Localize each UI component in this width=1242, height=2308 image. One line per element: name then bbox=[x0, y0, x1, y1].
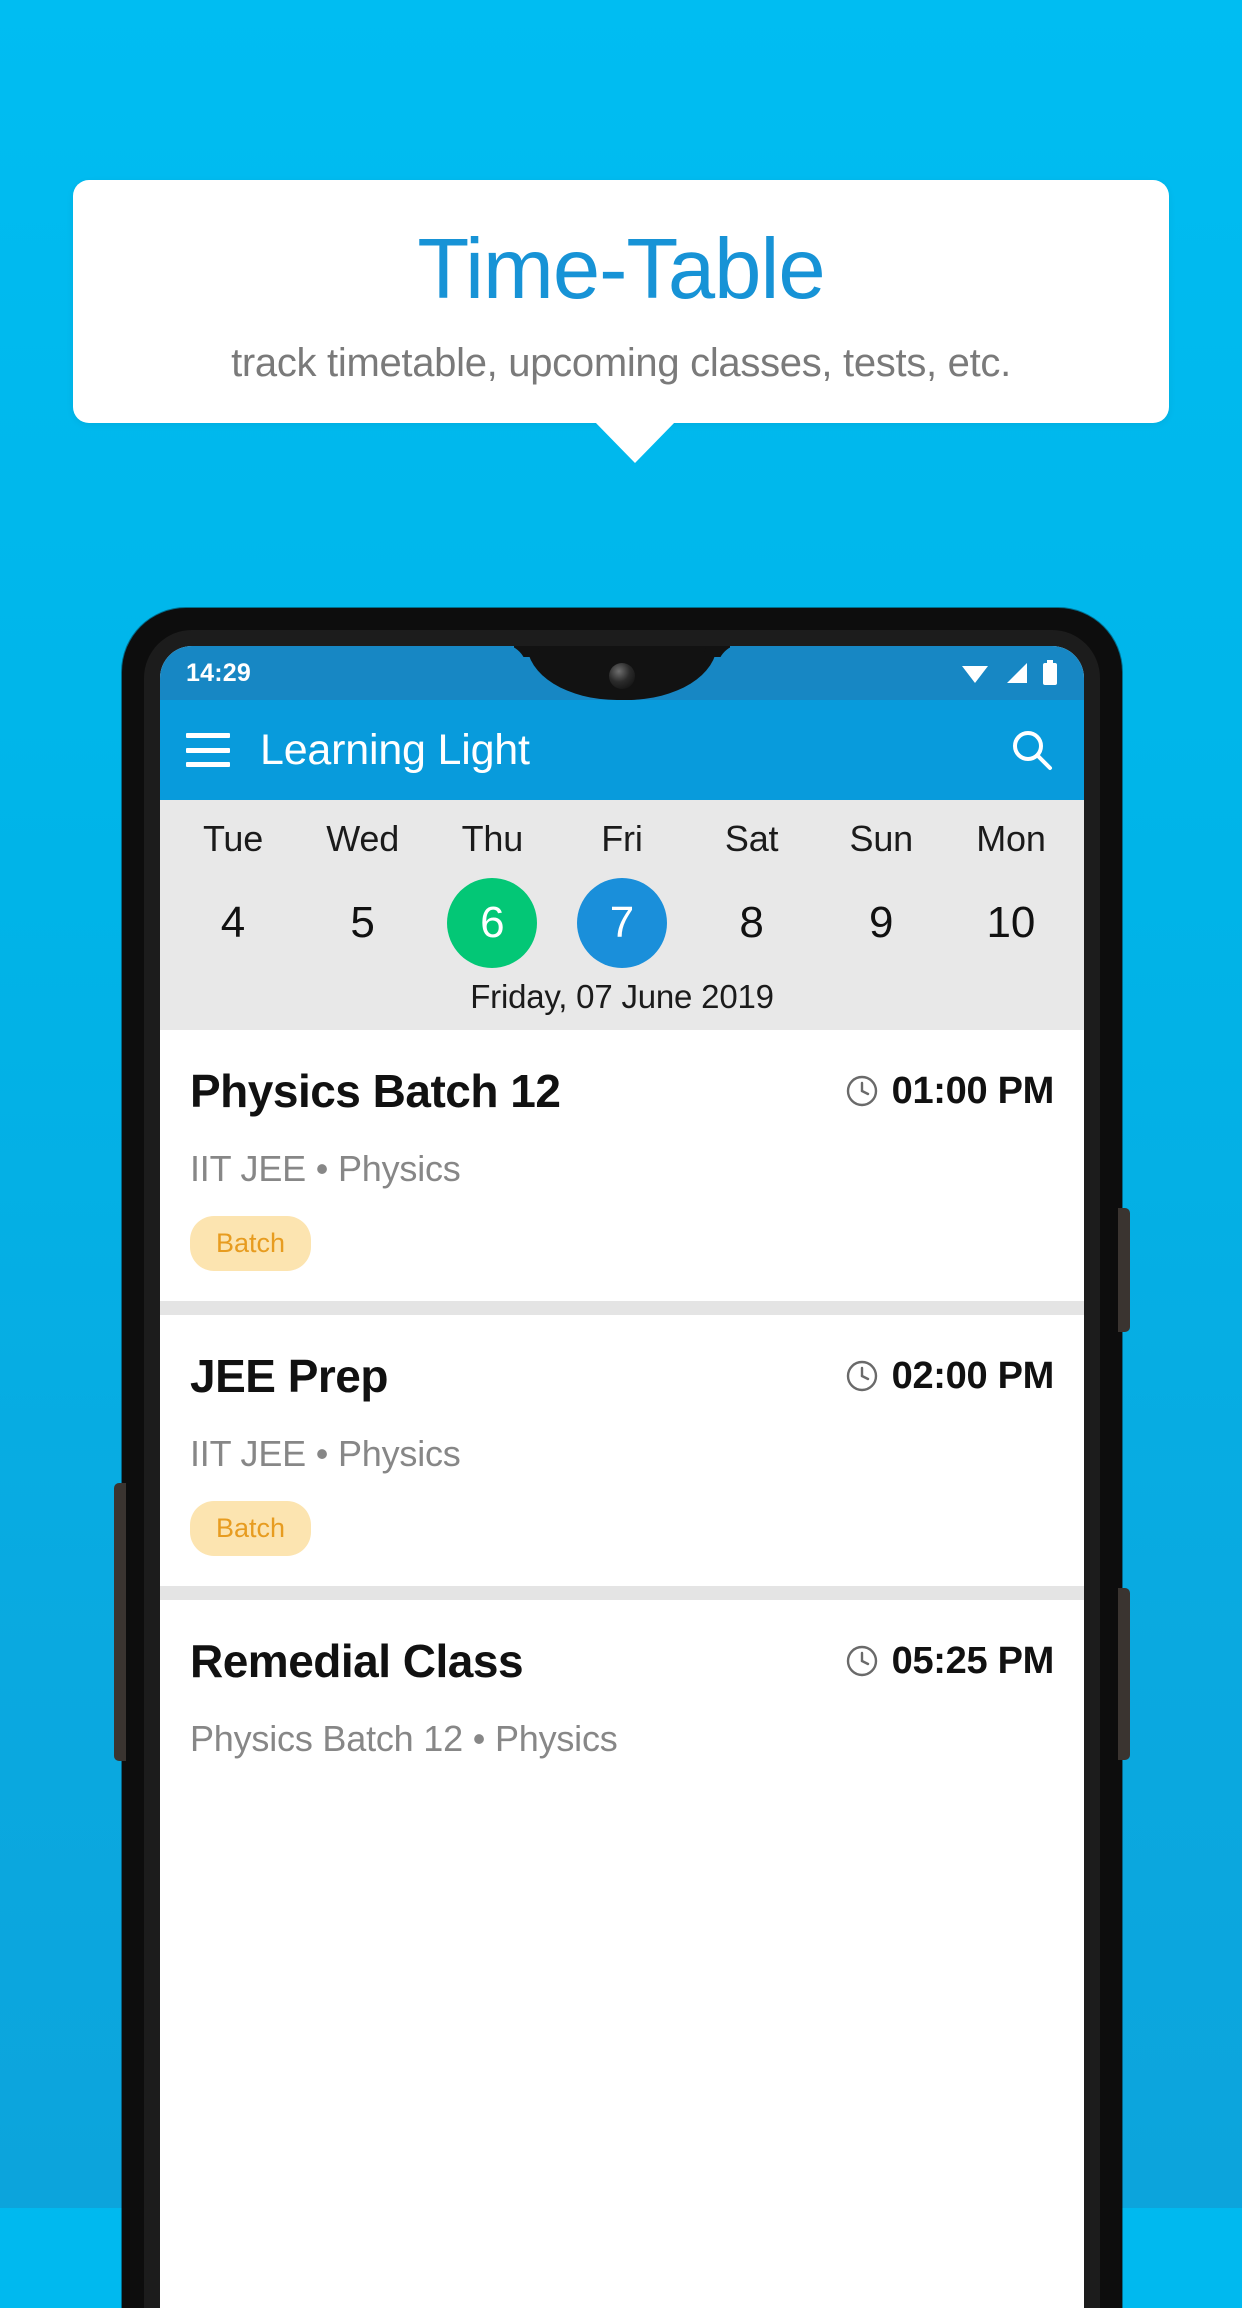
class-title: Remedial Class bbox=[190, 1635, 524, 1687]
day-number: 6 bbox=[480, 898, 505, 947]
class-time: 01:00 PM bbox=[845, 1070, 1054, 1113]
day-name: Thu bbox=[461, 818, 524, 859]
day-cell-fri[interactable]: Fri 7 bbox=[563, 818, 681, 968]
day-number: 7 bbox=[609, 898, 635, 947]
day-name: Tue bbox=[202, 818, 264, 859]
class-subtitle: IIT JEE • Physics bbox=[190, 1148, 461, 1189]
day-number-circle[interactable]: 10 bbox=[966, 878, 1056, 968]
day-cell-sat[interactable]: Sat 8 bbox=[693, 818, 811, 968]
class-subtitle: Physics Batch 12 • Physics bbox=[190, 1718, 618, 1759]
class-badge: Batch bbox=[190, 1501, 312, 1556]
day-number-circle[interactable]: 6 bbox=[447, 878, 538, 968]
hamburger-line bbox=[186, 762, 230, 767]
day-list: Tue 4 Wed 5 Thu 6 Fri 7 Sat 8 Sun 9 Mon 10 bbox=[160, 818, 1084, 968]
day-name: Sat bbox=[724, 818, 779, 859]
app-bar: Learning Light bbox=[160, 700, 1084, 800]
day-cell-wed[interactable]: Wed 5 bbox=[304, 818, 422, 968]
class-title: JEE Prep bbox=[190, 1350, 389, 1402]
promo-title: Time-Table bbox=[417, 222, 825, 318]
schedule-card[interactable]: Remedial Class 05:25 PM Physics Batch 12 •… bbox=[160, 1600, 1084, 1790]
schedule-card[interactable]: Physics Batch 12 01:00 PM IIT JEE • Physic… bbox=[160, 1030, 1084, 1301]
phone-volume-button-right[interactable] bbox=[1118, 1588, 1130, 1760]
signal-icon bbox=[1007, 663, 1027, 683]
day-number-circle[interactable]: 4 bbox=[188, 878, 278, 968]
phone-volume-button-left[interactable] bbox=[114, 1483, 126, 1761]
callout-tail-pointer bbox=[594, 421, 676, 463]
day-cell-thu[interactable]: Thu 6 bbox=[433, 818, 551, 968]
day-number-circle[interactable]: 7 bbox=[576, 878, 667, 968]
front-camera bbox=[609, 663, 635, 689]
day-cell-mon[interactable]: Mon 10 bbox=[952, 818, 1070, 968]
hamburger-line bbox=[186, 733, 230, 738]
phone-mockup: 14:29 Learning Light Tue 4 Wed 5 Thu 6 F… bbox=[114, 608, 1130, 2308]
class-badge: Batch bbox=[190, 1216, 312, 1271]
clock-icon bbox=[846, 1360, 877, 1392]
hamburger-menu-icon[interactable] bbox=[186, 733, 230, 767]
day-name: Mon bbox=[976, 818, 1046, 859]
day-name: Sun bbox=[849, 818, 914, 859]
app-title: Learning Light bbox=[260, 725, 530, 774]
schedule-list: Physics Batch 12 01:00 PM IIT JEE • Physic… bbox=[160, 1030, 1084, 1790]
phone-screen: 14:29 Learning Light Tue 4 Wed 5 Thu 6 F… bbox=[160, 646, 1084, 2308]
day-number-circle[interactable]: 5 bbox=[318, 878, 408, 968]
day-cell-sun[interactable]: Sun 9 bbox=[822, 818, 940, 968]
clock-icon bbox=[846, 1645, 877, 1677]
class-time: 02:00 PM bbox=[845, 1355, 1054, 1398]
day-number-circle[interactable]: 9 bbox=[836, 878, 926, 968]
card-header-row: Remedial Class 05:25 PM bbox=[190, 1634, 1054, 1688]
card-header-row: Physics Batch 12 01:00 PM bbox=[190, 1064, 1054, 1118]
day-name: Wed bbox=[326, 818, 400, 859]
class-subtitle: IIT JEE • Physics bbox=[190, 1433, 461, 1474]
day-number: 5 bbox=[350, 898, 375, 947]
day-number: 9 bbox=[869, 898, 894, 947]
card-header-row: JEE Prep 02:00 PM bbox=[190, 1349, 1054, 1403]
day-number: 4 bbox=[220, 898, 246, 947]
class-time: 05:25 PM bbox=[845, 1640, 1054, 1683]
search-icon[interactable] bbox=[1006, 724, 1058, 776]
wifi-icon bbox=[962, 666, 988, 683]
schedule-card[interactable]: JEE Prep 02:00 PM IIT JEE • Physics Batch bbox=[160, 1315, 1084, 1586]
day-number-circle[interactable]: 8 bbox=[707, 878, 797, 968]
status-bar: 14:29 bbox=[160, 646, 1084, 700]
class-time-text: 02:00 PM bbox=[891, 1354, 1055, 1397]
status-bar-clock: 14:29 bbox=[186, 658, 251, 687]
hamburger-line bbox=[186, 747, 230, 753]
day-number: 8 bbox=[739, 898, 764, 947]
class-time-text: 05:25 PM bbox=[891, 1639, 1055, 1682]
day-name: Fri bbox=[601, 818, 643, 859]
selected-date-label: Friday, 07 June 2019 bbox=[470, 978, 774, 1015]
class-time-text: 01:00 PM bbox=[891, 1069, 1055, 1112]
status-bar-icons bbox=[960, 660, 1058, 686]
promo-callout-card: Time-Table track timetable, upcoming cla… bbox=[73, 180, 1169, 423]
day-cell-tue[interactable]: Tue 4 bbox=[174, 818, 292, 968]
phone-power-button[interactable] bbox=[1118, 1208, 1130, 1332]
date-strip: Tue 4 Wed 5 Thu 6 Fri 7 Sat 8 Sun 9 Mon 10 Friday, 07… bbox=[160, 800, 1084, 1030]
clock-icon bbox=[846, 1075, 877, 1107]
battery-icon bbox=[1043, 660, 1057, 685]
day-number: 10 bbox=[986, 898, 1036, 947]
promo-subtitle: track timetable, upcoming classes, tests… bbox=[231, 340, 1011, 385]
class-title: Physics Batch 12 bbox=[190, 1065, 561, 1117]
